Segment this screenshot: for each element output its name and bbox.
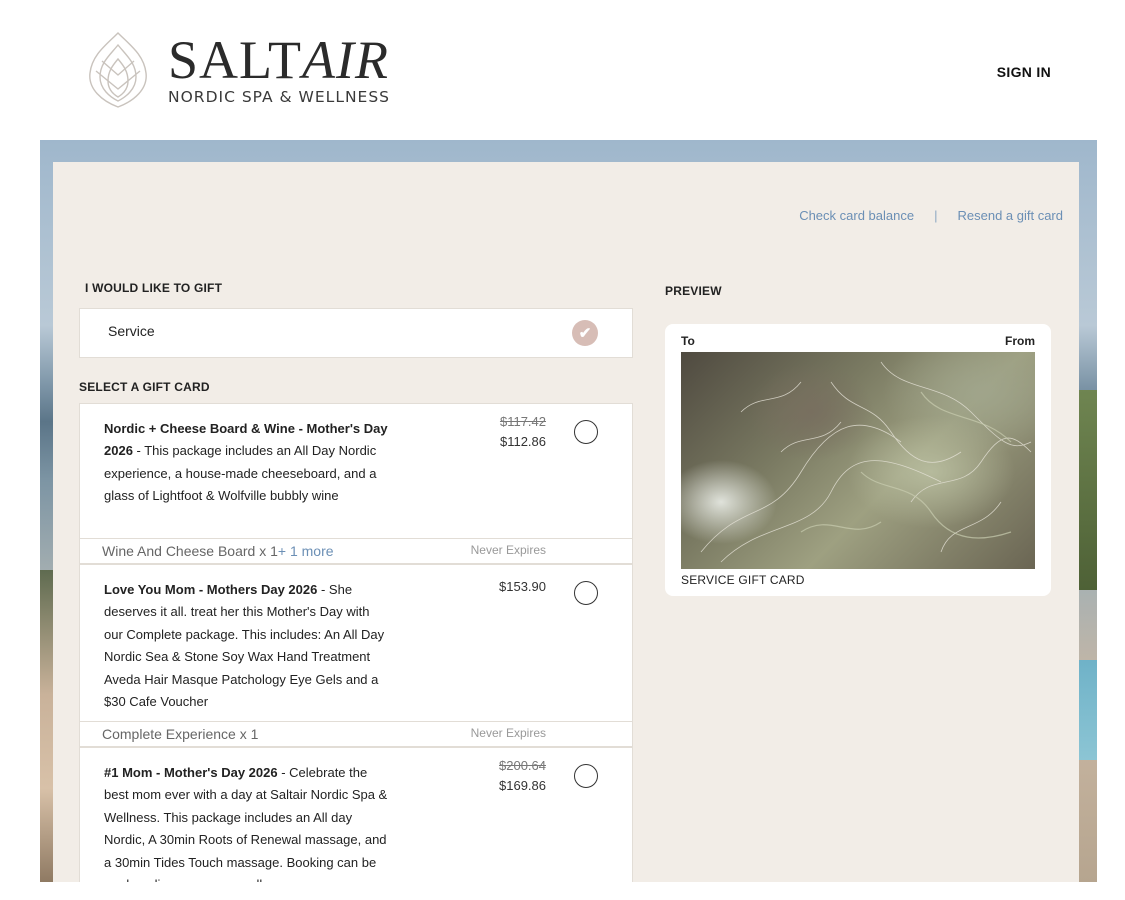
link-separator: | (934, 208, 938, 223)
expiry-text: Never Expires (470, 543, 546, 557)
preview-to-label: To (681, 334, 695, 348)
show-more-link[interactable]: + 1 more (278, 543, 334, 559)
expiry-text: Never Expires (470, 726, 546, 740)
gift-type-label: I WOULD LIKE TO GIFT (85, 281, 223, 295)
sale-price: $112.86 (499, 434, 546, 449)
gift-card-title: Love You Mom - Mothers Day 2026 (104, 582, 318, 597)
gift-card-list: Nordic + Cheese Board & Wine - Mother's … (79, 403, 633, 882)
gift-type-option-service[interactable]: Service ✔ (79, 308, 633, 358)
gift-card-item[interactable]: Love You Mom - Mothers Day 2026 - She de… (79, 564, 633, 747)
gift-card-details: - She deserves it all. treat her this Mo… (104, 582, 385, 710)
includes-text: Wine And Cheese Board x 1 (102, 543, 278, 559)
sale-price: $169.86 (499, 778, 546, 793)
gift-card-prices: $117.42 $112.86 (500, 414, 546, 449)
original-price: $117.42 (499, 414, 546, 429)
gift-card-footer: Wine And Cheese Board x 1+ 1 more Never … (80, 538, 632, 564)
preview-from-label: From (1005, 334, 1035, 348)
gift-card-links: Check card balance | Resend a gift card (799, 208, 1063, 223)
gift-card-radio[interactable] (574, 581, 598, 605)
gift-card-details: - This package includes an All Day Nordi… (104, 443, 377, 504)
check-icon: ✔ (572, 320, 598, 346)
gift-card-description: #1 Mom - Mother's Day 2026 - Celebrate t… (104, 762, 388, 882)
select-gift-card-label: SELECT A GIFT CARD (79, 380, 210, 394)
gift-card-radio[interactable] (574, 420, 598, 444)
gift-card-radio[interactable] (574, 764, 598, 788)
preview-caption: SERVICE GIFT CARD (681, 573, 805, 587)
check-card-balance-link[interactable]: Check card balance (799, 208, 914, 223)
sale-price: $153.90 (499, 579, 546, 594)
gift-card-prices: $153.90 (499, 575, 546, 594)
gift-card-details: - Celebrate the best mom ever with a day… (104, 765, 388, 882)
brand-logo[interactable]: SALTAIR NORDIC SPA & WELLNESS (86, 30, 390, 110)
gift-card-prices: $200.64 $169.86 (499, 758, 546, 793)
brand-name: SALTAIR (168, 33, 390, 87)
preview-label: PREVIEW (665, 284, 722, 298)
gift-card-includes: Wine And Cheese Board x 1+ 1 more (102, 543, 334, 559)
brand-tagline: NORDIC SPA & WELLNESS (168, 88, 391, 106)
gift-card-footer: Complete Experience x 1 Never Expires (80, 721, 632, 747)
brand-name-part-italic: AIR (302, 30, 389, 90)
gift-card-preview: To From SERVICE GIFT CARD (665, 324, 1051, 596)
resend-gift-card-link[interactable]: Resend a gift card (957, 208, 1063, 223)
sign-in-link[interactable]: SIGN IN (997, 64, 1051, 80)
gift-type-option-label: Service (108, 323, 155, 339)
gift-card-item[interactable]: Nordic + Cheese Board & Wine - Mother's … (79, 403, 633, 564)
brand-name-part: SALT (168, 30, 303, 90)
moss-texture-icon (700, 361, 1032, 563)
gift-card-description: Nordic + Cheese Board & Wine - Mother's … (104, 418, 388, 508)
gift-card-description: Love You Mom - Mothers Day 2026 - She de… (104, 579, 388, 713)
gift-card-title: #1 Mom - Mother's Day 2026 (104, 765, 278, 780)
gift-card-includes: Complete Experience x 1 (102, 726, 259, 742)
original-price: $200.64 (499, 758, 546, 773)
site-header: SALTAIR NORDIC SPA & WELLNESS SIGN IN (40, 8, 1097, 140)
lotus-logo-icon (89, 32, 147, 108)
gift-card-item[interactable]: #1 Mom - Mother's Day 2026 - Celebrate t… (79, 747, 633, 882)
gift-card-panel: Check card balance | Resend a gift card … (53, 162, 1079, 882)
gift-card-image (681, 352, 1035, 569)
